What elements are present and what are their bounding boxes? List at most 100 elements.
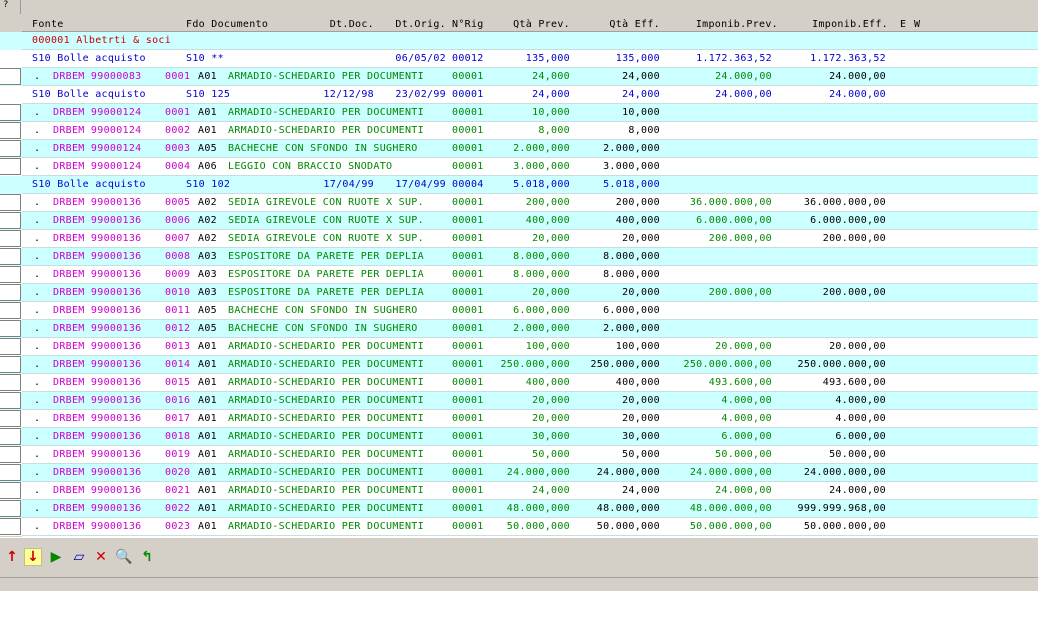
row-selector[interactable]	[0, 446, 21, 463]
cell-line-number: 0022	[165, 503, 191, 514]
document-header-row[interactable]: S10 Bolle acquisto S10 102 17/04/99 17/04/9…	[0, 176, 1038, 194]
row-selector[interactable]	[0, 158, 21, 175]
row-selector[interactable]	[0, 68, 21, 85]
cell-nrig: 00001	[452, 233, 484, 244]
cell-imponib-eff: 20.000,00	[829, 341, 886, 352]
header-w[interactable]: W	[914, 19, 920, 30]
cell-document-code: DRBEM 99000136	[53, 503, 142, 514]
row-selector[interactable]	[0, 320, 21, 337]
table-row[interactable]: . DRBEM 99000136 0010 A03 ESPOSITORE DA PARE…	[0, 284, 1038, 302]
row-selector[interactable]	[0, 284, 21, 301]
table-row[interactable]: . DRBEM 99000136 0018 A01 ARMADIO-SCHEDARIO …	[0, 428, 1038, 446]
table-row[interactable]: . DRBEM 99000136 0009 A03 ESPOSITORE DA PARE…	[0, 266, 1038, 284]
header-fonte[interactable]: Fonte	[32, 19, 64, 30]
table-row[interactable]: . DRBEM 99000136 0021 A01 ARMADIO-SCHEDARIO …	[0, 482, 1038, 500]
header-nrig[interactable]: N°Rig	[452, 19, 484, 30]
cell-document-code: DRBEM 99000136	[53, 359, 142, 370]
table-row[interactable]: . DRBEM 99000136 0017 A01 ARMADIO-SCHEDARIO …	[0, 410, 1038, 428]
table-row[interactable]: . DRBEM 99000136 0015 A01 ARMADIO-SCHEDARIO …	[0, 374, 1038, 392]
table-row[interactable]: . DRBEM 99000124 0003 A05 BACHECHE CON SFOND…	[0, 140, 1038, 158]
table-row[interactable]: . DRBEM 99000136 0012 A05 BACHECHE CON SFOND…	[0, 320, 1038, 338]
cell-article-code: A03	[198, 269, 217, 280]
table-row[interactable]: . DRBEM 99000136 0022 A01 ARMADIO-SCHEDARIO …	[0, 500, 1038, 518]
table-row[interactable]: . DRBEM 99000124 0002 A01 ARMADIO-SCHEDARIO …	[0, 122, 1038, 140]
arrow-down-button[interactable]: ↓	[24, 548, 42, 566]
arrow-up-button[interactable]: ↑	[3, 548, 21, 566]
document-header-row[interactable]: S10 Bolle acquisto S10 125 12/12/98 23/02/9…	[0, 86, 1038, 104]
header-dt-orig[interactable]: Dt.Orig.	[386, 19, 446, 30]
row-selector[interactable]	[0, 302, 21, 319]
cell-qta-prev: 3.000,000	[513, 161, 570, 172]
cell-qta-prev: 20,000	[532, 287, 570, 298]
row-marker: .	[34, 125, 41, 136]
cell-fdo-documento: S10 125	[186, 89, 231, 100]
cell-imponib-prev: 48.000.000,00	[689, 503, 772, 514]
row-selector[interactable]	[0, 392, 21, 409]
row-selector[interactable]	[0, 356, 21, 373]
cell-nrig: 00001	[452, 449, 484, 460]
table-row[interactable]: . DRBEM 99000136 0007 A02 SEDIA GIREVOLE CON…	[0, 230, 1038, 248]
cell-line-number: 0021	[165, 485, 191, 496]
header-imponib-eff[interactable]: Imponib.Eff.	[792, 19, 888, 30]
table-row[interactable]: . DRBEM 99000136 0011 A05 BACHECHE CON SFOND…	[0, 302, 1038, 320]
grid-corner-button[interactable]: ?	[0, 0, 21, 14]
table-row[interactable]: . DRBEM 99000136 0013 A01 ARMADIO-SCHEDARIO …	[0, 338, 1038, 356]
row-marker: .	[34, 377, 41, 388]
table-row[interactable]: . DRBEM 99000136 0023 A01 ARMADIO-SCHEDARIO …	[0, 518, 1038, 536]
play-button[interactable]: ▶	[47, 548, 65, 566]
row-selector[interactable]	[0, 374, 21, 391]
cell-nrig: 00001	[452, 467, 484, 478]
row-selector[interactable]	[0, 338, 21, 355]
row-selector[interactable]	[0, 104, 21, 121]
search-button[interactable]: 🔍	[115, 548, 133, 566]
cell-nrig: 00001	[452, 377, 484, 388]
table-row[interactable]: . DRBEM 99000136 0005 A02 SEDIA GIREVOLE CON…	[0, 194, 1038, 212]
row-selector[interactable]	[0, 122, 21, 139]
row-selector[interactable]	[0, 500, 21, 517]
document-header-row[interactable]: S10 Bolle acquisto S10 ** 06/05/02 00012 135…	[0, 50, 1038, 68]
row-selector[interactable]	[0, 194, 21, 211]
table-row[interactable]: . DRBEM 99000136 0014 A01 ARMADIO-SCHEDARIO …	[0, 356, 1038, 374]
cell-document-code: DRBEM 99000136	[53, 467, 142, 478]
table-row[interactable]: . DRBEM 99000083 0001 A01 ARMADIO-SCHEDARIO …	[0, 68, 1038, 86]
table-row[interactable]: . DRBEM 99000136 0006 A02 SEDIA GIREVOLE CON…	[0, 212, 1038, 230]
row-selector[interactable]	[0, 230, 21, 247]
delete-button[interactable]: ✕	[92, 548, 110, 566]
header-dt-doc[interactable]: Dt.Doc.	[322, 19, 374, 30]
row-marker: .	[34, 161, 41, 172]
header-fdo-documento[interactable]: Fdo Documento	[186, 19, 268, 30]
row-selector[interactable]	[0, 410, 21, 427]
table-row[interactable]: . DRBEM 99000136 0019 A01 ARMADIO-SCHEDARIO …	[0, 446, 1038, 464]
cell-qta-prev: 24.000,000	[506, 467, 570, 478]
table-row[interactable]: . DRBEM 99000136 0016 A01 ARMADIO-SCHEDARIO …	[0, 392, 1038, 410]
cell-imponib-eff: 24.000,00	[829, 71, 886, 82]
header-imponib-prev[interactable]: Imponib.Prev.	[672, 19, 778, 30]
cell-line-number: 0003	[165, 143, 191, 154]
header-qta-eff[interactable]: Qtà Eff.	[582, 19, 660, 30]
row-selector[interactable]	[0, 482, 21, 499]
table-row[interactable]: . DRBEM 99000136 0020 A01 ARMADIO-SCHEDARIO …	[0, 464, 1038, 482]
refresh-button[interactable]: ↰	[138, 548, 156, 566]
table-row[interactable]: . DRBEM 99000136 0008 A03 ESPOSITORE DA PARE…	[0, 248, 1038, 266]
row-selector[interactable]	[0, 266, 21, 283]
header-qta-prev[interactable]: Qtà Prev.	[492, 19, 570, 30]
row-selector[interactable]	[0, 140, 21, 157]
cell-dt-orig: 06/05/02	[395, 53, 446, 64]
row-marker: .	[34, 485, 41, 496]
cell-description: LEGGIO CON BRACCIO SNODATO	[228, 161, 393, 172]
table-row[interactable]: . DRBEM 99000124 0001 A01 ARMADIO-SCHEDARIO …	[0, 104, 1038, 122]
supplier-row[interactable]: 000001 Albetrti & soci	[0, 32, 1038, 50]
row-selector[interactable]	[0, 212, 21, 229]
row-divider	[22, 535, 1038, 536]
row-selector[interactable]	[0, 464, 21, 481]
cell-qta-eff: 30,000	[622, 431, 660, 442]
row-selector[interactable]	[0, 428, 21, 445]
cell-nrig: 00001	[452, 341, 484, 352]
eraser-button[interactable]: ▱	[70, 548, 88, 566]
cell-document-code: DRBEM 99000136	[53, 395, 142, 406]
header-e[interactable]: E	[900, 19, 906, 30]
table-row[interactable]: . DRBEM 99000124 0004 A06 LEGGIO CON BRACCIO…	[0, 158, 1038, 176]
cell-qta-eff: 2.000,000	[603, 323, 660, 334]
row-selector[interactable]	[0, 518, 21, 535]
row-selector[interactable]	[0, 248, 21, 265]
